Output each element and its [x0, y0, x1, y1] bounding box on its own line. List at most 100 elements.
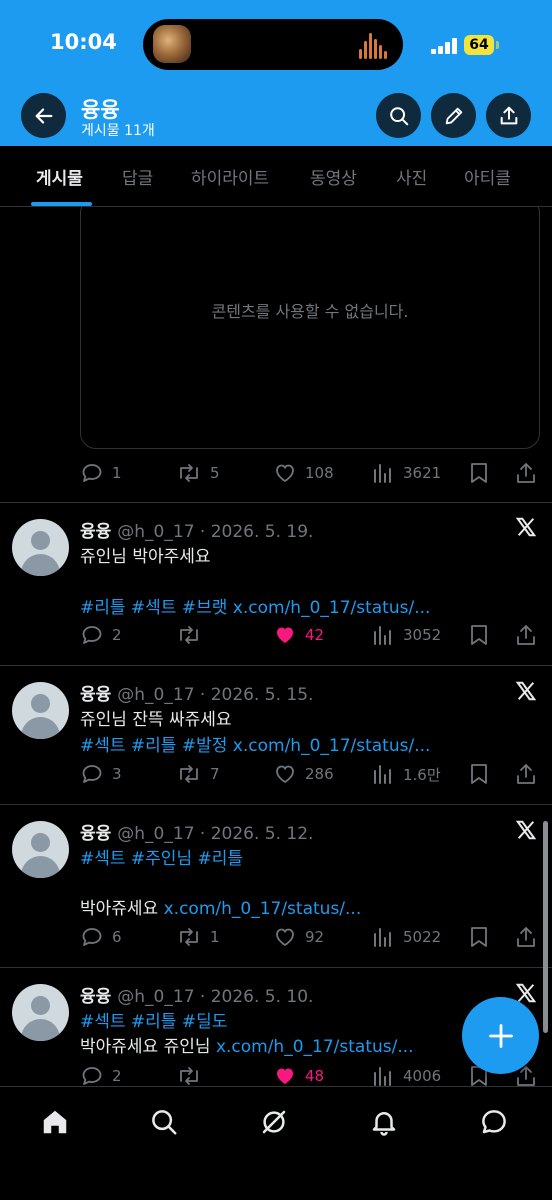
bookmark-button[interactable] — [468, 461, 490, 485]
nav-messages[interactable] — [477, 1105, 511, 1139]
tab-highlights[interactable]: 하이라이트 — [191, 164, 269, 189]
bookmark-button[interactable] — [468, 925, 490, 949]
hashtags[interactable]: #섹트 #주인님 #리틀 — [80, 849, 243, 869]
dynamic-island[interactable] — [143, 19, 403, 70]
views-button[interactable]: 1.6만 — [371, 762, 441, 786]
cellular-signal-icon — [431, 38, 457, 54]
post-tags-line: #섹트 #주인님 #리틀 — [80, 844, 243, 869]
like-count: 92 — [305, 928, 325, 946]
avatar[interactable] — [12, 821, 69, 878]
share-button[interactable] — [515, 925, 537, 949]
views-chart-icon — [374, 928, 391, 947]
views-button[interactable]: 4006 — [371, 1064, 441, 1086]
like-button[interactable]: 92 — [273, 925, 324, 949]
like-button[interactable]: 42 — [273, 623, 324, 647]
repost-button[interactable] — [176, 623, 202, 647]
author-name[interactable]: 융융 — [80, 522, 111, 542]
repost-icon — [180, 1067, 198, 1085]
heart-icon — [276, 928, 294, 947]
bookmark-button[interactable] — [468, 623, 490, 647]
bell-icon — [372, 1112, 396, 1136]
battery-indicator: 64 — [464, 35, 494, 55]
x-logo-icon — [515, 681, 537, 701]
post-link[interactable]: x.com/h_0_17/status/... — [233, 598, 431, 618]
avatar[interactable] — [12, 682, 69, 739]
reply-count: 6 — [112, 928, 122, 946]
share-icon — [517, 764, 535, 784]
avatar[interactable] — [12, 984, 69, 1041]
repost-icon — [180, 765, 198, 783]
repost-button[interactable]: 7 — [176, 762, 220, 786]
author-handle-date: @h_0_17 · 2026. 5. 15. — [117, 685, 314, 705]
like-button[interactable]: 48 — [273, 1064, 324, 1086]
hashtags[interactable]: #리틀 #섹트 #브랫 — [80, 598, 227, 618]
share-button[interactable] — [515, 461, 537, 485]
share-profile-button[interactable] — [486, 93, 531, 138]
like-count: 42 — [305, 626, 325, 644]
reply-button[interactable]: 2 — [80, 1064, 122, 1086]
view-count: 5022 — [403, 928, 442, 946]
post-link[interactable]: x.com/h_0_17/status/... — [233, 736, 431, 756]
search-button[interactable] — [376, 93, 421, 138]
like-button[interactable]: 286 — [273, 762, 334, 786]
tab-articles[interactable]: 아티클 — [464, 164, 511, 189]
post-link[interactable]: x.com/h_0_17/status/... — [216, 1037, 414, 1057]
avatar[interactable] — [12, 519, 69, 576]
share-button[interactable] — [515, 623, 537, 647]
unavailable-content-card: 콘텐츠를 사용할 수 없습니다. — [80, 207, 540, 449]
like-count: 108 — [305, 464, 334, 482]
repost-button[interactable]: 5 — [176, 461, 220, 485]
feed-scrollbar[interactable] — [543, 821, 548, 1033]
tab-replies[interactable]: 답글 — [122, 164, 153, 189]
reply-count: 3 — [112, 765, 122, 783]
repost-icon — [180, 928, 198, 946]
author-name[interactable]: 융융 — [80, 685, 111, 705]
author-name[interactable]: 융융 — [80, 824, 111, 844]
tab-photos[interactable]: 사진 — [396, 164, 427, 189]
author-name[interactable]: 융융 — [80, 987, 111, 1007]
edit-button[interactable] — [431, 93, 476, 138]
pencil-icon — [445, 107, 462, 124]
repost-button[interactable] — [176, 1064, 202, 1086]
author-handle-date: @h_0_17 · 2026. 5. 12. — [117, 824, 314, 844]
views-chart-icon — [374, 1067, 391, 1086]
reply-button[interactable]: 1 — [80, 461, 122, 485]
like-button[interactable]: 108 — [273, 461, 334, 485]
views-chart-icon — [374, 626, 391, 645]
back-button[interactable] — [21, 93, 66, 138]
compose-post-button[interactable] — [462, 997, 539, 1074]
post-divider — [0, 804, 552, 805]
views-button[interactable]: 3621 — [371, 461, 441, 485]
audio-waveform-icon — [359, 31, 389, 59]
hashtags[interactable]: #섹트 #리틀 #딜도 — [80, 1012, 227, 1032]
view-count: 3052 — [403, 626, 442, 644]
reply-count: 2 — [112, 1067, 122, 1085]
reply-button[interactable]: 2 — [80, 623, 122, 647]
reply-icon — [82, 464, 102, 482]
post-link[interactable]: x.com/h_0_17/status/... — [164, 899, 362, 919]
post-tags-line: #섹트 #리틀 #딜도 — [80, 1007, 227, 1032]
repost-button[interactable]: 1 — [176, 925, 220, 949]
nav-notifications[interactable] — [367, 1105, 401, 1139]
reply-button[interactable]: 6 — [80, 925, 122, 949]
nav-grok[interactable] — [257, 1105, 291, 1139]
nav-search[interactable] — [147, 1105, 181, 1139]
back-arrow-icon — [35, 107, 52, 124]
views-button[interactable]: 3052 — [371, 623, 441, 647]
home-icon — [43, 1110, 67, 1134]
tab-videos[interactable]: 동영상 — [310, 164, 357, 189]
views-button[interactable]: 5022 — [371, 925, 441, 949]
post-text-body: 박아쥬세요 쥬인님 — [80, 1037, 211, 1057]
share-button[interactable] — [515, 762, 537, 786]
bookmark-button[interactable] — [468, 762, 490, 786]
battery-tip — [496, 41, 499, 49]
author-handle-date: @h_0_17 · 2026. 5. 19. — [117, 522, 314, 542]
active-tab-indicator — [31, 202, 92, 206]
tab-posts[interactable]: 게시물 — [36, 164, 83, 189]
hashtags[interactable]: #섹트 #리틀 #발정 — [80, 736, 227, 756]
repost-icon — [180, 464, 198, 482]
nav-home[interactable] — [38, 1105, 72, 1139]
reply-button[interactable]: 3 — [80, 762, 122, 786]
post-actions: 2 42 3052 — [80, 623, 540, 647]
post-feed[interactable]: 콘텐츠를 사용할 수 없습니다. 1 5 108 3621 융융 @h_0_17 … — [0, 207, 552, 1086]
